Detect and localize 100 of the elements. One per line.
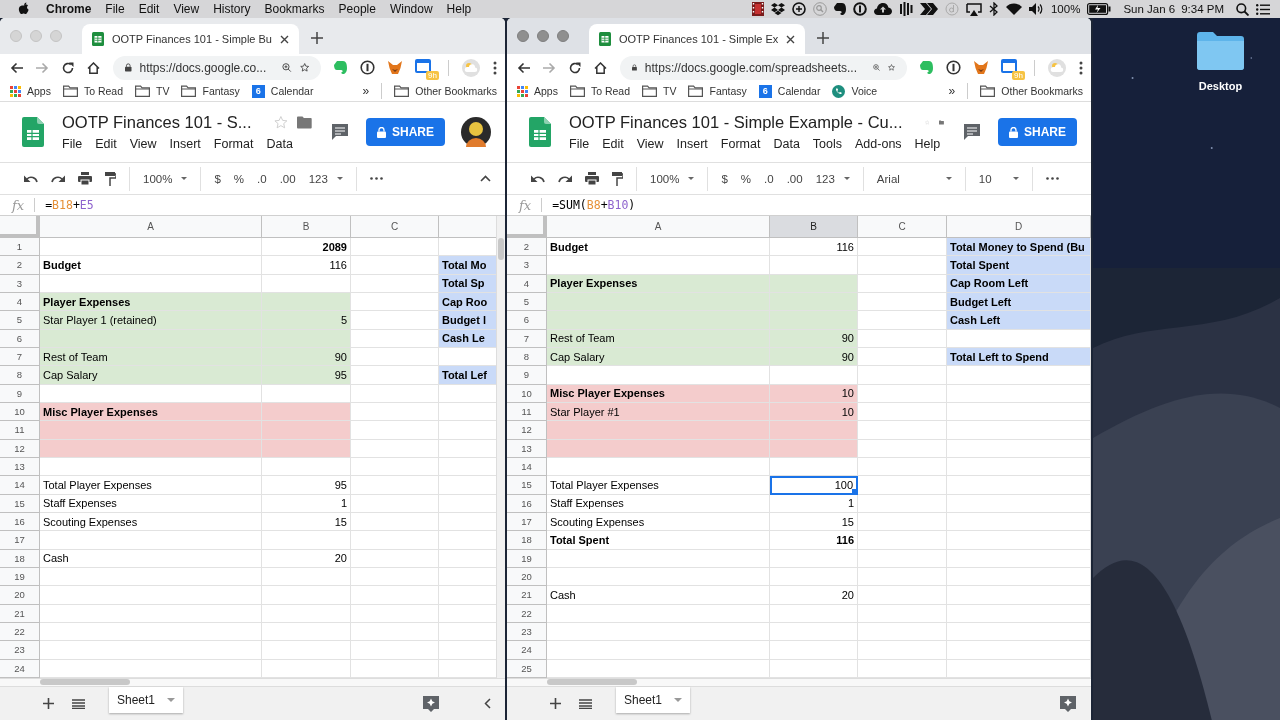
list-icon[interactable] [1256,3,1270,15]
undo-icon[interactable] [24,174,38,183]
add-sheet-icon[interactable] [550,698,561,709]
formula-text[interactable]: =SUM(B8+B10) [552,198,636,212]
star-icon[interactable] [888,61,895,74]
number-format-dropdown[interactable]: 123 [308,172,343,185]
box-icon[interactable] [770,2,785,16]
reload-icon[interactable] [569,61,581,74]
kebab-menu-icon[interactable] [1079,60,1083,75]
wifi-icon[interactable] [1005,3,1022,15]
format-button[interactable]: .00 [279,172,296,185]
menu-item[interactable]: Data [266,137,293,151]
format-button[interactable]: $ [721,172,728,185]
bookmark[interactable]: 6 Calendar [251,84,314,98]
star-icon[interactable] [273,115,288,130]
format-button[interactable]: .00 [786,172,803,185]
column-header[interactable]: D [947,216,1091,238]
menu-item[interactable]: Insert [676,137,708,151]
menu-item[interactable]: View [636,137,664,151]
explore-icon[interactable] [422,694,440,713]
bookmark[interactable]: Fantasy [688,85,747,97]
column-header[interactable]: B [770,216,858,238]
format-button[interactable]: % [233,172,245,185]
undo-icon[interactable] [531,174,545,183]
kebab-menu-icon[interactable] [493,60,497,75]
number-format-dropdown[interactable]: 123 [815,172,850,185]
menu-item[interactable]: Insert [169,137,201,151]
bookmark[interactable]: To Read [569,85,631,97]
menu-item[interactable]: Help [446,2,472,16]
bars-icon[interactable] [898,2,913,16]
paint-roller-icon[interactable] [105,171,116,186]
address-bar[interactable]: https://docs.google.co... [113,55,321,80]
back-arrow-icon[interactable] [10,61,23,74]
menu-item[interactable]: View [129,137,157,151]
home-icon[interactable] [87,61,100,74]
bluetooth-icon[interactable] [988,2,999,16]
ring-icon[interactable] [360,60,375,75]
fox-icon[interactable] [974,61,988,74]
print-icon[interactable] [585,172,599,185]
folder-icon[interactable] [1197,32,1244,70]
more-icon[interactable] [1045,177,1059,180]
back-arrow-icon[interactable] [517,61,530,74]
window-control[interactable] [537,30,549,42]
menu-item[interactable]: Tools [812,137,843,151]
more-bookmarks-button[interactable]: » [948,84,956,98]
redo-icon[interactable] [558,174,572,183]
sheet-tab[interactable]: Sheet1 [109,686,184,713]
menu-item[interactable]: File [105,2,125,16]
bookmark[interactable]: Apps [517,85,558,97]
print-icon[interactable] [78,172,92,185]
window-control[interactable] [517,30,529,42]
menu-item[interactable]: Help [914,137,941,151]
bookmark[interactable]: Voice [832,84,878,98]
bookmark[interactable]: 6 Calendar [758,84,821,98]
calendar-icon[interactable] [1001,58,1017,73]
apple-icon[interactable] [18,2,30,16]
share-button[interactable]: SHARE [366,118,445,146]
menu-item[interactable]: File [62,137,83,151]
document-title[interactable]: OOTP Finances 101 - Simple Example - Cu... [569,113,903,132]
menu-item[interactable]: Data [773,137,800,151]
chevrons-icon[interactable] [919,3,938,15]
column-header[interactable]: A [547,216,770,238]
bookmark[interactable]: Apps [10,85,51,97]
paint-roller-icon[interactable] [612,171,623,186]
share-button[interactable]: SHARE [998,118,1077,146]
other-bookmarks[interactable]: Other Bookmarks [394,85,497,97]
explore-icon[interactable] [1059,694,1077,713]
ring-icon[interactable] [946,60,961,75]
zoom-icon[interactable] [873,61,880,74]
screen-icon[interactable] [965,2,982,16]
bookmark[interactable]: TV [642,85,677,97]
close-icon[interactable] [786,34,796,44]
menu-item[interactable]: Window [389,2,433,16]
format-button[interactable]: % [740,172,752,185]
comment-icon[interactable] [330,122,350,142]
sheet-list-icon[interactable] [72,698,85,709]
bookmark[interactable]: To Read [62,85,124,97]
star-icon[interactable] [299,61,309,74]
more-icon[interactable] [369,177,383,180]
window-control[interactable] [557,30,569,42]
column-header[interactable]: C [351,216,439,238]
sheet-list-icon[interactable] [579,698,592,709]
column-header[interactable]: C [858,216,947,238]
format-button[interactable]: .0 [257,172,267,185]
film-icon[interactable] [751,2,764,16]
chevron-up-icon[interactable] [480,175,491,182]
avatar-icon[interactable] [461,117,491,147]
sheet-tab[interactable]: Sheet1 [616,686,691,713]
spreadsheet-logo-icon[interactable] [22,117,44,147]
bookmark[interactable]: Fantasy [181,85,240,97]
menu-item[interactable]: Bookmarks [264,2,325,16]
menu-item[interactable]: Format [213,137,254,151]
column-header[interactable]: A [40,216,262,238]
circle-icon[interactable] [791,2,806,16]
scrollbar-thumb[interactable] [547,679,637,685]
menu-item[interactable]: Format [720,137,761,151]
folder-icon[interactable] [297,116,312,129]
menu-item[interactable]: File [569,137,590,151]
address-bar[interactable]: https://docs.google.com/spreadsheets... [620,55,907,80]
fox-icon[interactable] [388,61,402,74]
